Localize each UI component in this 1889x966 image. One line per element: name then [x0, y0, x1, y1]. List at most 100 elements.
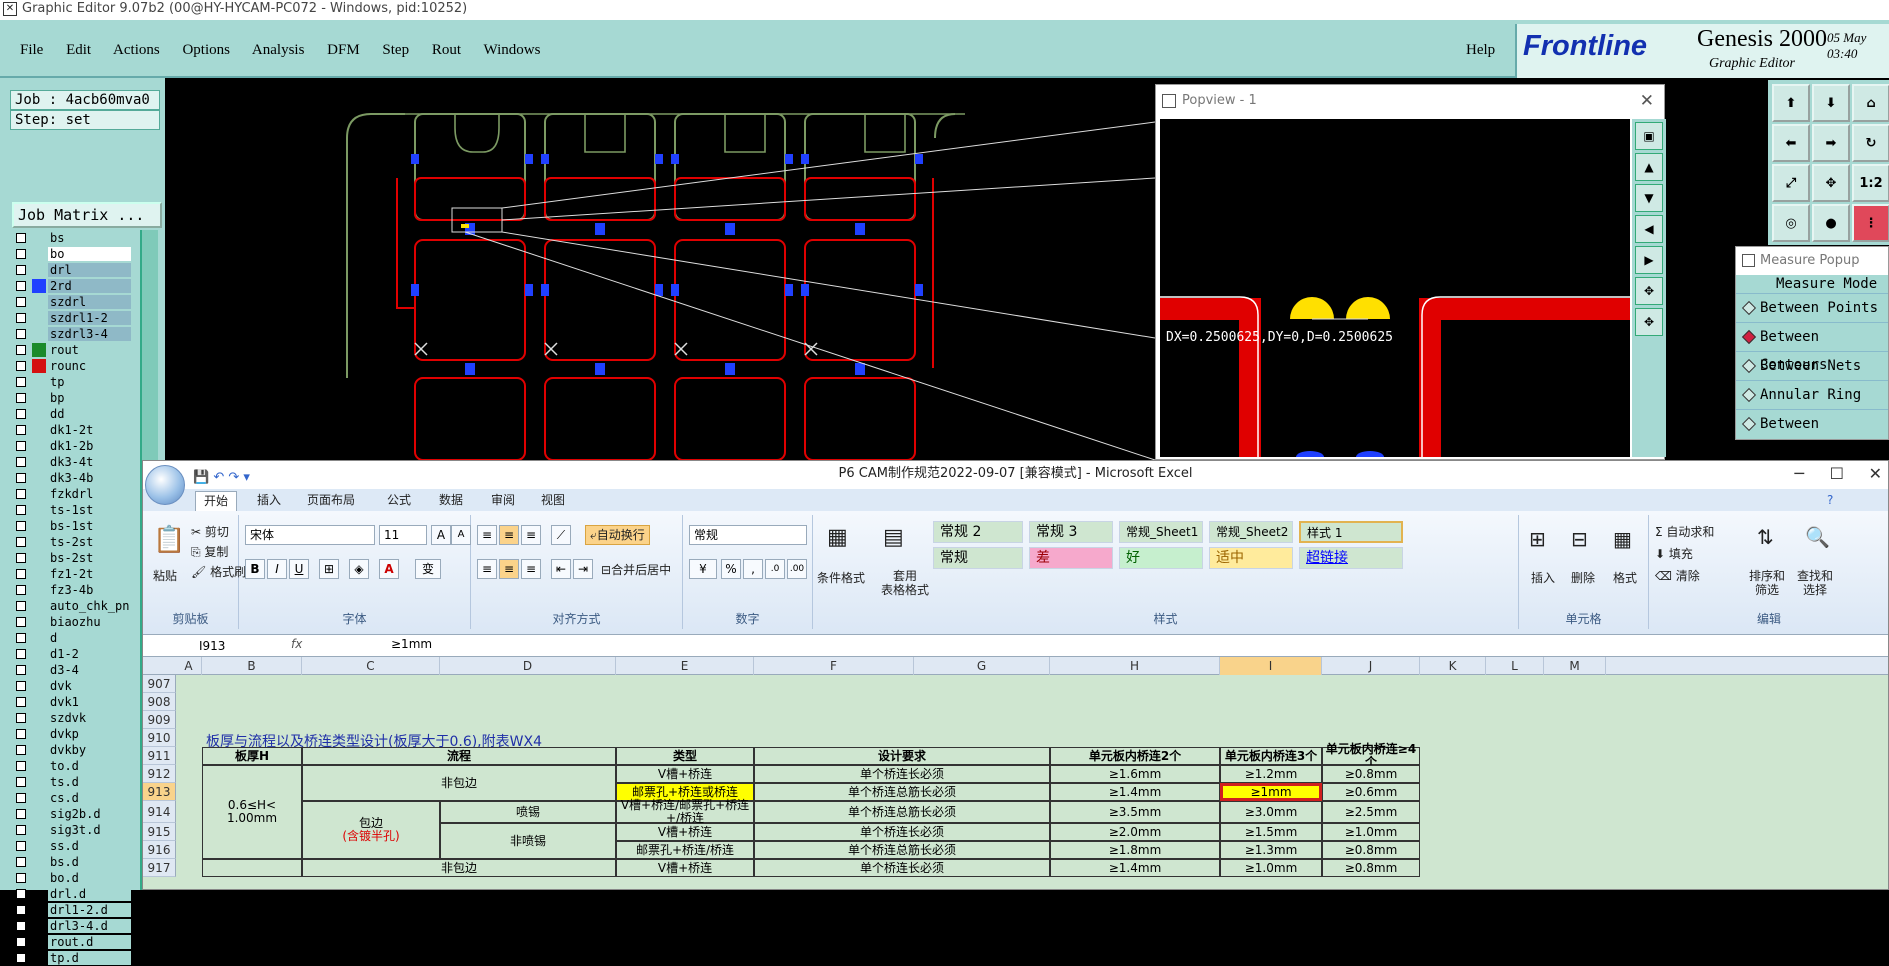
layer-row[interactable]: dk1-2t — [12, 422, 132, 438]
home-icon[interactable]: ⌂ — [1852, 84, 1889, 122]
layer-row[interactable]: dvk — [12, 678, 132, 694]
layer-checkbox[interactable] — [16, 777, 26, 787]
value-cell[interactable]: ≥0.8mm — [1322, 765, 1420, 783]
value-cell[interactable]: ≥1.3mm — [1220, 841, 1322, 859]
layer-checkbox[interactable] — [16, 457, 26, 467]
layer-checkbox[interactable] — [16, 729, 26, 739]
requirement-cell[interactable]: 单个桥连长必须 — [754, 859, 1050, 877]
layer-checkbox[interactable] — [16, 697, 26, 707]
layer-row[interactable]: fzkdrl — [12, 486, 132, 502]
format-cells-icon[interactable]: ▦ — [1613, 527, 1632, 551]
layer-row[interactable]: d3-4 — [12, 662, 132, 678]
office-button[interactable] — [145, 465, 185, 505]
layer-row[interactable]: ts-2st — [12, 534, 132, 550]
layer-checkbox[interactable] — [16, 521, 26, 531]
style-hyperlink[interactable]: 超链接 — [1299, 547, 1403, 569]
layer-row[interactable]: cs.d — [12, 790, 132, 806]
layer-row[interactable]: tp — [12, 374, 132, 390]
popview-tool-5[interactable]: ▶ — [1635, 246, 1663, 274]
layer-checkbox[interactable] — [16, 553, 26, 563]
delete-cells-icon[interactable]: ⊟ — [1571, 527, 1588, 551]
layer-checkbox[interactable] — [16, 857, 26, 867]
layer-checkbox[interactable] — [16, 809, 26, 819]
comma-button[interactable]: , — [743, 559, 763, 579]
value-cell[interactable]: ≥2.0mm — [1050, 823, 1220, 841]
row-header[interactable]: 909 — [143, 711, 176, 729]
header-cell[interactable]: 单元板内桥连≥4个 — [1322, 743, 1420, 769]
conditional-format-icon[interactable]: ▦ — [827, 525, 848, 550]
layer-row[interactable]: bo — [12, 246, 132, 262]
layer-checkbox[interactable] — [16, 617, 26, 627]
font-size-select[interactable]: 11 — [379, 525, 427, 545]
layer-checkbox[interactable] — [16, 297, 26, 307]
align-center-icon[interactable]: ≡ — [499, 559, 519, 579]
layer-row[interactable]: biaozhu — [12, 614, 132, 630]
layer-checkbox[interactable] — [16, 569, 26, 579]
bold-button[interactable]: B — [245, 559, 265, 579]
align-left-icon[interactable]: ≡ — [477, 559, 497, 579]
layer-row[interactable]: d1-2 — [12, 646, 132, 662]
cut-button[interactable]: ✂ 剪切 — [191, 523, 229, 540]
style-normal-2[interactable]: 常规 2 — [933, 521, 1023, 543]
font-color-button[interactable]: A — [379, 559, 399, 579]
header-cell[interactable]: 类型 — [616, 747, 754, 765]
number-format-select[interactable]: 常规 — [689, 525, 807, 545]
value-cell[interactable]: ≥0.8mm — [1322, 859, 1420, 877]
row-header[interactable]: 917 — [143, 859, 176, 877]
find-select-button[interactable]: 查找和 选择 — [1797, 569, 1833, 597]
insert-cells-button[interactable]: 插入 — [1531, 569, 1555, 586]
spreadsheet-grid[interactable]: ABCDEFGHIJKLM 907 908 909 910 911 912 913 914 91… — [143, 657, 1888, 889]
shrink-font-button[interactable]: A — [451, 525, 471, 545]
column-header[interactable]: M — [1544, 657, 1606, 675]
style-normal-3[interactable]: 常规 3 — [1029, 521, 1113, 543]
selected-cell[interactable]: ≥1mm — [1220, 783, 1322, 801]
layer-checkbox[interactable] — [16, 329, 26, 339]
increase-indent-icon[interactable]: ⇥ — [573, 559, 593, 579]
layer-row[interactable]: ts.d — [12, 774, 132, 790]
column-header[interactable]: G — [914, 657, 1050, 675]
column-header[interactable]: I — [1220, 657, 1322, 675]
layer-row[interactable]: dvk1 — [12, 694, 132, 710]
layer-row[interactable]: drl1-2.d — [12, 902, 132, 918]
layer-checkbox[interactable] — [16, 889, 26, 899]
conditional-format-button[interactable]: 条件格式 — [817, 569, 865, 586]
layer-checkbox[interactable] — [16, 937, 26, 947]
column-header[interactable]: K — [1420, 657, 1486, 675]
layer-row[interactable]: drl3-4.d — [12, 918, 132, 934]
layer-checkbox[interactable] — [16, 761, 26, 771]
layer-checkbox[interactable] — [16, 393, 26, 403]
popview-canvas[interactable]: DX=0.2500625,DY=0,D=0.2500625 — [1160, 119, 1630, 463]
layer-row[interactable]: ts-1st — [12, 502, 132, 518]
measure-option-contours[interactable]: Between Contours — [1736, 322, 1888, 373]
type-cell[interactable]: V槽+桥连 — [616, 823, 754, 841]
flow-cell[interactable]: 非喷锡 — [440, 823, 616, 859]
menu-analysis[interactable]: Analysis — [252, 42, 305, 58]
job-matrix-button[interactable]: Job Matrix ... — [12, 202, 162, 228]
sort-filter-button[interactable]: 排序和 筛选 — [1749, 569, 1785, 597]
layer-checkbox[interactable] — [16, 633, 26, 643]
layer-row[interactable]: szdrl1-2 — [12, 310, 132, 326]
sort-filter-icon[interactable]: ⇅ — [1757, 525, 1774, 549]
snap-icon[interactable]: ◎ — [1772, 204, 1810, 242]
requirement-cell[interactable]: 单个桥连总筋长必须 — [754, 783, 1050, 801]
layer-row[interactable]: dk3-4t — [12, 454, 132, 470]
clear-button[interactable]: ⌫ 清除 — [1655, 567, 1700, 584]
layer-row[interactable]: dk1-2b — [12, 438, 132, 454]
layer-row[interactable]: dvkby — [12, 742, 132, 758]
layer-row[interactable]: bs — [12, 230, 132, 246]
header-cell[interactable]: 板厚H — [202, 747, 302, 765]
layer-checkbox[interactable] — [16, 649, 26, 659]
menu-options[interactable]: Options — [182, 42, 230, 58]
layer-row[interactable]: 2rd — [12, 278, 132, 294]
layer-row[interactable]: drl.d — [12, 886, 132, 902]
pan-left-icon[interactable]: ⬅ — [1772, 124, 1810, 162]
underline-button[interactable]: U — [289, 559, 309, 579]
column-header[interactable]: B — [202, 657, 302, 675]
row-header[interactable]: 916 — [143, 841, 176, 859]
layer-checkbox[interactable] — [16, 281, 26, 291]
layer-checkbox[interactable] — [16, 681, 26, 691]
layer-row[interactable]: auto_chk_pn — [12, 598, 132, 614]
tab-page-layout[interactable]: 页面布局 — [299, 491, 363, 511]
requirement-cell[interactable]: 单个桥连长必须 — [754, 823, 1050, 841]
italic-button[interactable]: I — [267, 559, 287, 579]
